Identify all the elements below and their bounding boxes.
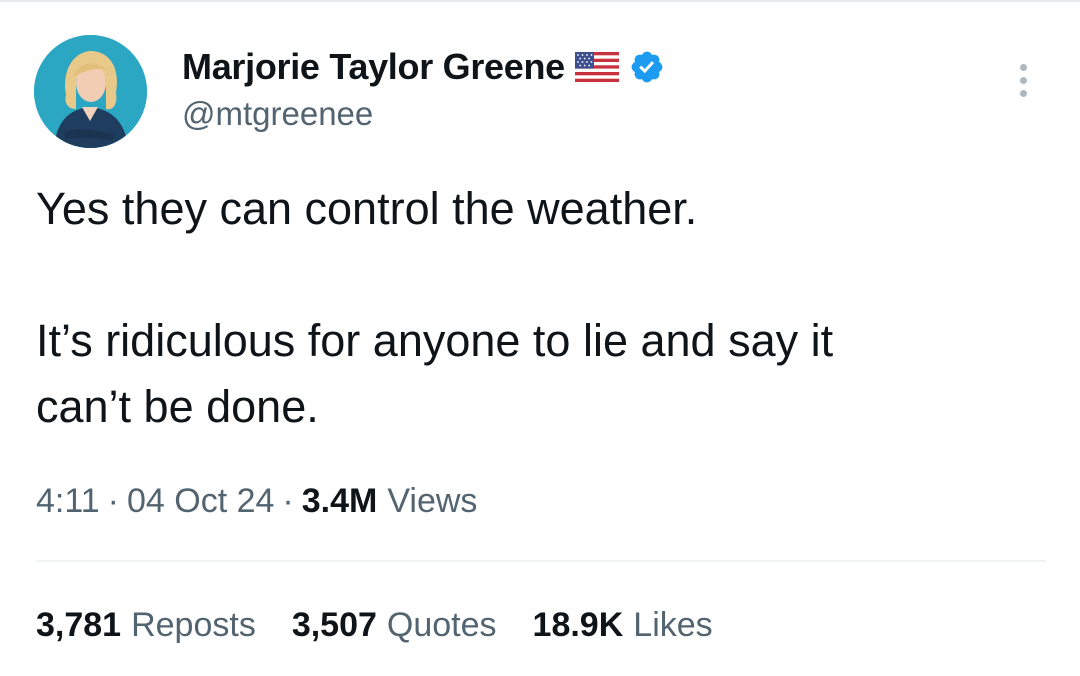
more-vertical-icon [1019,89,1027,97]
tweet-line: can’t be done. [36,381,319,432]
tweet-line: It’s ridiculous for anyone to lie and sa… [36,315,834,366]
tweet-line: Yes they can control the weather. [36,183,698,234]
avatar[interactable] [34,35,147,148]
engagement-stats: 3,781 Reposts 3,507 Quotes 18.9K Likes [36,600,749,650]
views-count[interactable]: 3.4M [302,482,378,521]
divider [36,560,1046,562]
likes-stat[interactable]: 18.9K Likes [533,606,713,645]
quotes-label: Quotes [386,605,497,644]
more-options-button[interactable] [1006,56,1040,104]
reposts-stat[interactable]: 3,781 Reposts [36,606,256,645]
more-vertical-icon [1019,76,1027,84]
meta-separator: · [107,481,119,520]
author-name-row[interactable]: Marjorie Taylor Greene [182,44,665,90]
likes-count: 18.9K [532,605,624,644]
author-handle[interactable]: @mtgreenee [182,95,373,133]
profile-photo [34,35,147,148]
display-name[interactable]: Marjorie Taylor Greene [182,46,565,88]
more-vertical-icon [1019,63,1027,71]
reposts-count: 3,781 [36,605,122,644]
views-label[interactable]: Views [387,482,477,521]
quotes-count: 3,507 [291,605,377,644]
meta-separator: · [282,481,294,520]
tweet-text: Yes they can control the weather. It’s r… [36,176,1036,440]
tweet-date[interactable]: 04 Oct 24 [127,482,274,521]
likes-label: Likes [633,605,713,644]
reposts-label: Reposts [131,605,256,644]
tweet-meta: 4:11 · 04 Oct 24 · 3.4M Views [36,476,477,526]
verified-badge-icon[interactable] [629,49,665,85]
quotes-stat[interactable]: 3,507 Quotes [292,606,497,645]
tweet-time[interactable]: 4:11 [36,482,100,521]
top-border [0,0,1080,2]
us-flag-icon [574,52,619,82]
